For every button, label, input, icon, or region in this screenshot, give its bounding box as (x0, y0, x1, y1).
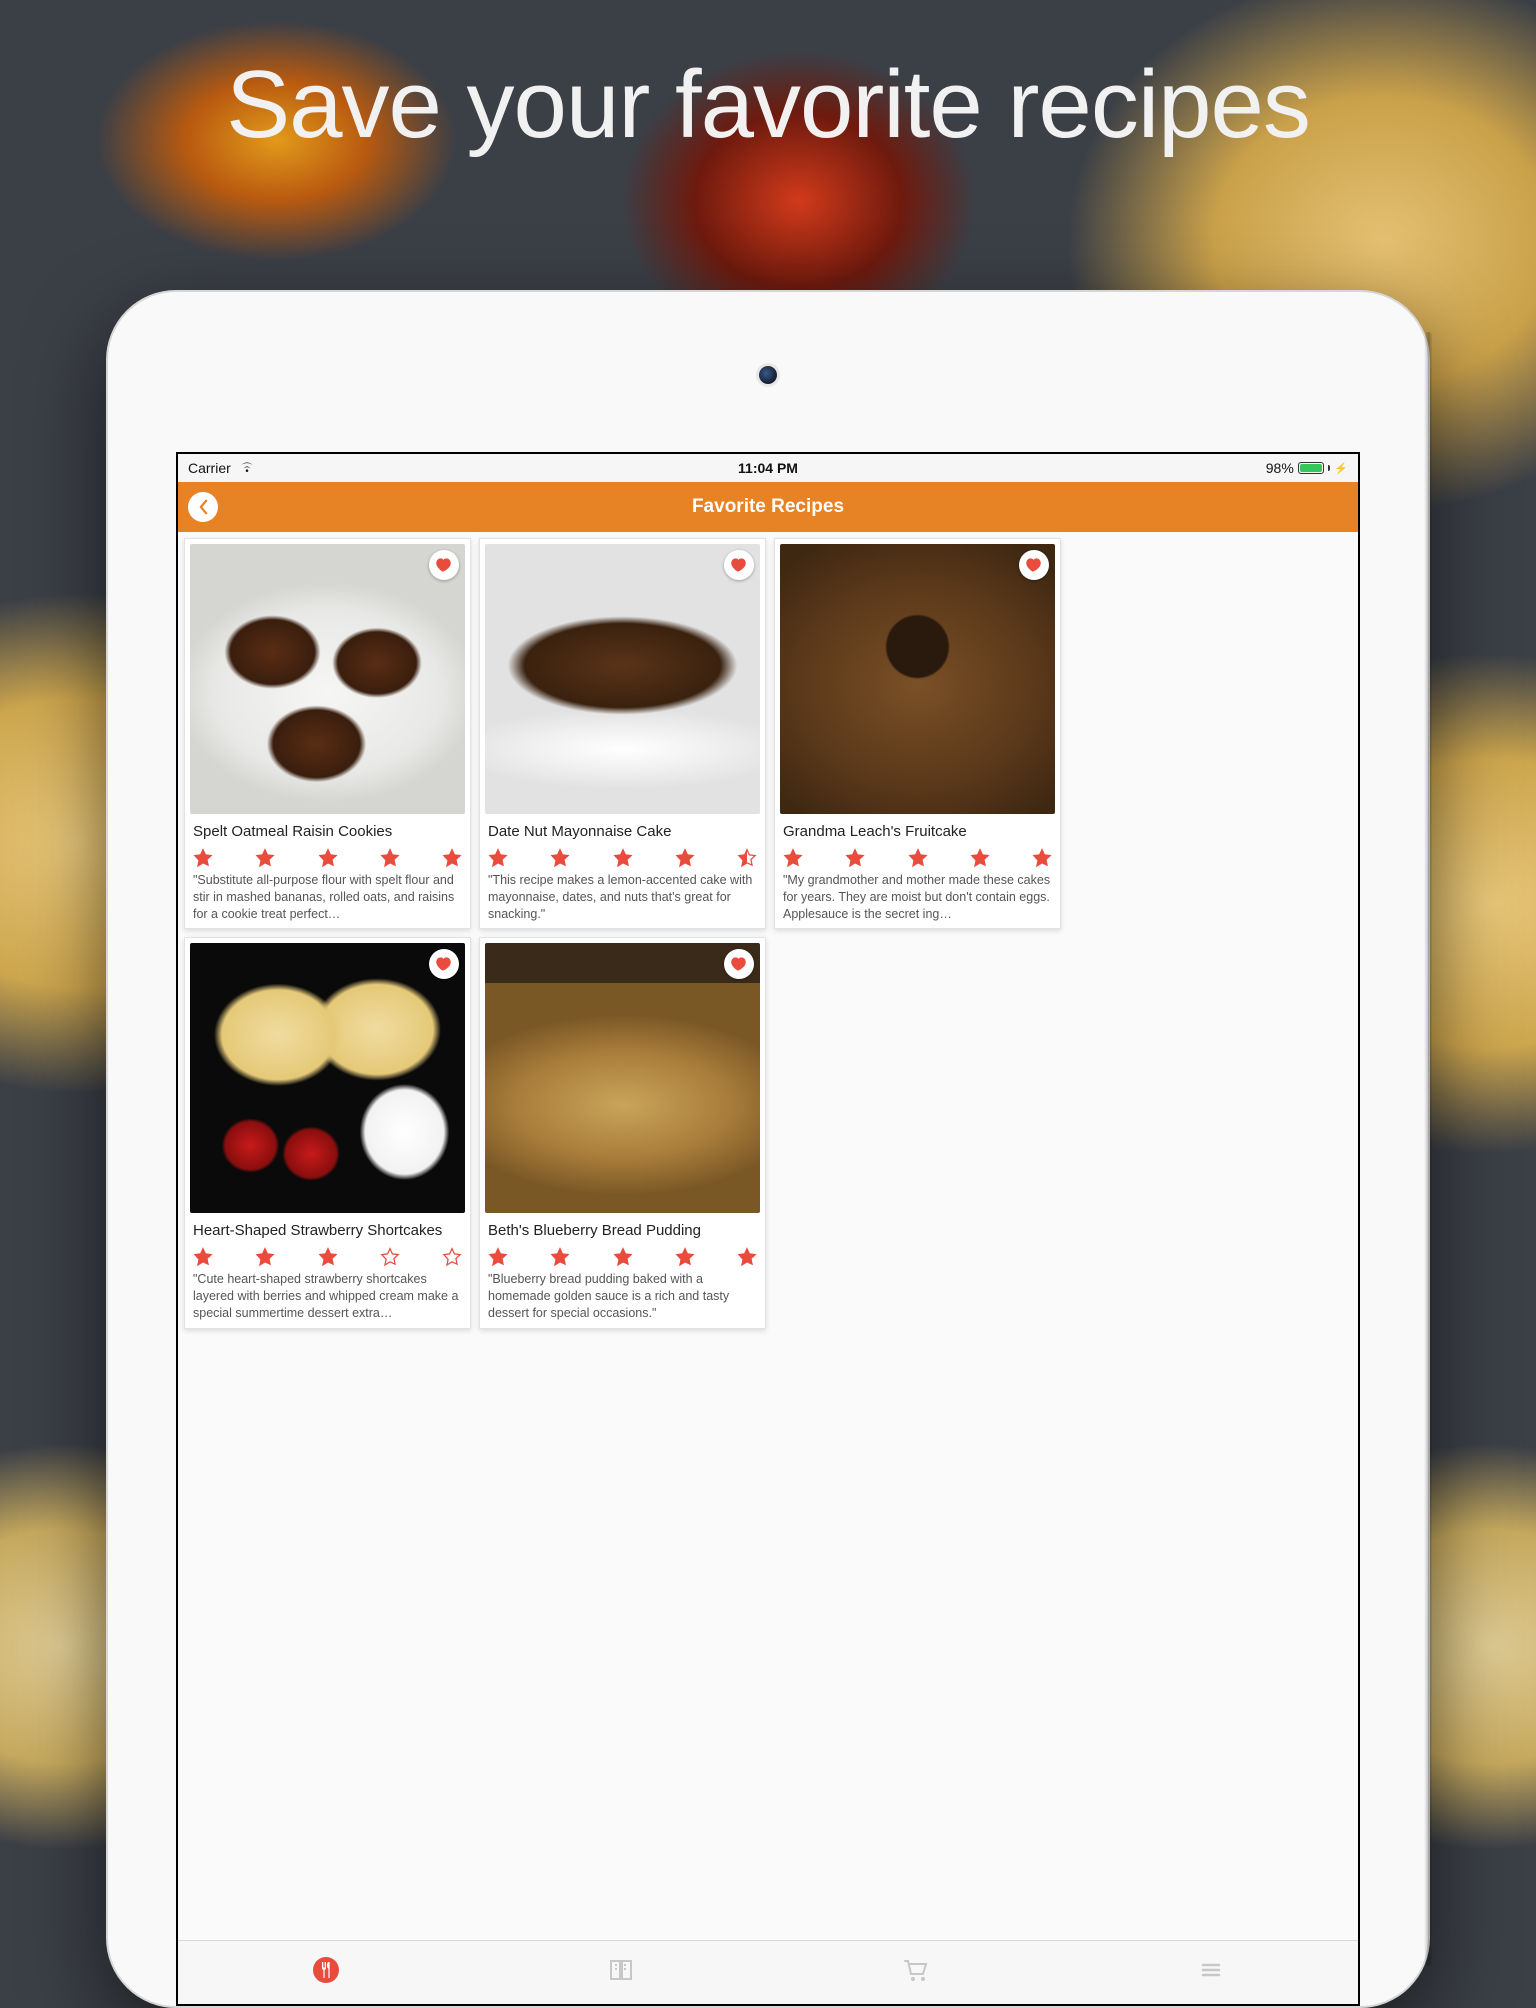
carrier-label: Carrier (188, 460, 231, 476)
battery-icon (1298, 462, 1324, 474)
tab-shopping[interactable] (768, 1941, 1063, 2004)
recipe-title: Beth's Blueberry Bread Pudding (480, 1218, 765, 1245)
tab-recipes[interactable] (178, 1941, 473, 2004)
tablet-frame: Carrier 11:04 PM 98% ⚡ Favorite Recipes … (106, 290, 1430, 2008)
recipe-card[interactable]: Beth's Blueberry Bread Pudding "Blueberry… (479, 937, 766, 1328)
recipe-card[interactable]: Spelt Oatmeal Raisin Cookies "Substitute … (184, 538, 471, 929)
promo-headline: Save your favorite recipes (0, 50, 1536, 160)
app-screen: Carrier 11:04 PM 98% ⚡ Favorite Recipes … (176, 452, 1360, 2006)
recipe-card[interactable]: Heart-Shaped Strawberry Shortcakes "Cute … (184, 937, 471, 1328)
utensils-icon (311, 1955, 341, 1990)
recipe-title: Spelt Oatmeal Raisin Cookies (185, 819, 470, 846)
recipe-rating (480, 846, 765, 872)
recipe-image (190, 544, 465, 814)
wifi-icon (239, 460, 255, 476)
favorite-button[interactable] (429, 949, 459, 979)
charging-icon: ⚡ (1334, 462, 1348, 475)
favorite-button[interactable] (724, 949, 754, 979)
recipe-title: Grandma Leach's Fruitcake (775, 819, 1060, 846)
recipe-grid[interactable]: Spelt Oatmeal Raisin Cookies "Substitute … (178, 532, 1358, 1940)
recipe-rating (775, 846, 1060, 872)
recipe-description: "This recipe makes a lemon-accented cake… (480, 872, 765, 923)
tab-more[interactable] (1063, 1941, 1358, 2004)
recipe-description: "My grandmother and mother made these ca… (775, 872, 1060, 923)
battery-cap (1328, 465, 1331, 471)
nav-bar: Favorite Recipes (178, 482, 1358, 532)
recipe-card[interactable]: Grandma Leach's Fruitcake "My grandmother… (774, 538, 1061, 929)
recipe-rating (185, 1245, 470, 1271)
recipe-card[interactable]: Date Nut Mayonnaise Cake "This recipe mak… (479, 538, 766, 929)
recipe-description: "Substitute all-purpose flour with spelt… (185, 872, 470, 923)
recipe-title: Heart-Shaped Strawberry Shortcakes (185, 1218, 470, 1245)
favorite-button[interactable] (724, 550, 754, 580)
favorite-button[interactable] (1019, 550, 1049, 580)
recipe-image (780, 544, 1055, 814)
recipe-description: "Blueberry bread pudding baked with a ho… (480, 1271, 765, 1322)
recipe-image (485, 544, 760, 814)
back-button[interactable] (188, 492, 218, 522)
tab-browse[interactable] (473, 1941, 768, 2004)
page-title: Favorite Recipes (692, 496, 844, 518)
tablet-camera (759, 366, 777, 384)
favorite-button[interactable] (429, 550, 459, 580)
recipe-title: Date Nut Mayonnaise Cake (480, 819, 765, 846)
book-icon (606, 1955, 636, 1990)
cart-icon (901, 1955, 931, 1990)
recipe-description: "Cute heart-shaped strawberry shortcakes… (185, 1271, 470, 1322)
status-bar: Carrier 11:04 PM 98% ⚡ (178, 454, 1358, 482)
battery-percent: 98% (1266, 460, 1294, 476)
clock: 11:04 PM (178, 460, 1358, 476)
recipe-image (485, 943, 760, 1213)
recipe-rating (480, 1245, 765, 1271)
tab-bar (178, 1940, 1358, 2004)
recipe-image (190, 943, 465, 1213)
menu-icon (1196, 1955, 1226, 1990)
recipe-rating (185, 846, 470, 872)
